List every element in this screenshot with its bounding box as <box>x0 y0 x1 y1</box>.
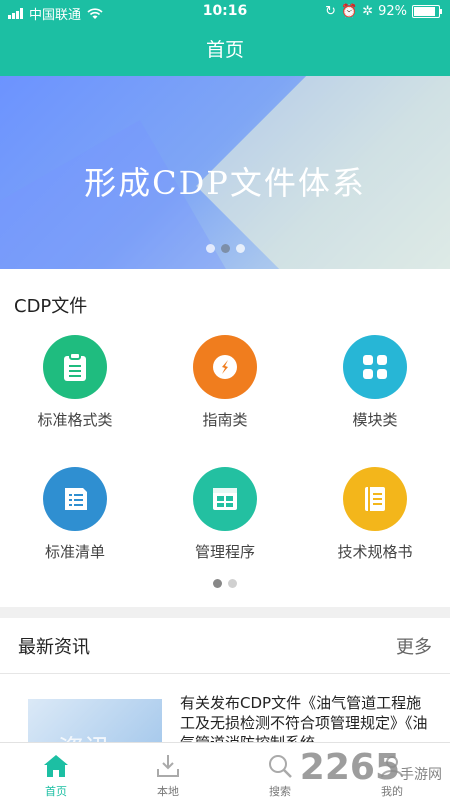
banner-indicator <box>0 244 450 253</box>
nav-bar: 首页 <box>0 24 450 76</box>
news-divider <box>0 673 450 674</box>
category-tech-spec[interactable]: 技术规格书 <box>300 467 450 562</box>
category-label: 技术规格书 <box>337 543 413 561</box>
watermark-suffix: 手游网 <box>400 767 442 783</box>
page-dot-active[interactable] <box>213 579 222 588</box>
home-icon <box>0 751 112 781</box>
clipboard-icon <box>43 335 107 399</box>
category-label: 标准清单 <box>44 543 105 561</box>
category-standard-format[interactable]: 标准格式类 <box>0 335 150 430</box>
category-page-indicator <box>0 579 450 588</box>
page-title: 首页 <box>205 39 244 61</box>
tab-local[interactable]: 本地 <box>112 743 224 801</box>
banner-title: 形成CDP文件体系 <box>84 164 366 202</box>
grid-icon <box>343 335 407 399</box>
banner-dot[interactable] <box>205 244 215 253</box>
bluetooth-icon: ✲ <box>362 4 374 19</box>
watermark-number: 2265 <box>299 747 400 788</box>
battery-icon <box>412 5 442 18</box>
section-title-news: 最新资讯 <box>18 637 90 658</box>
category-label: 指南类 <box>202 411 248 429</box>
category-label: 管理程序 <box>194 543 255 561</box>
book-icon <box>343 467 407 531</box>
list-icon <box>43 467 107 531</box>
tab-label: 本地 <box>157 785 179 798</box>
site-watermark: 2265手游网 <box>300 747 442 788</box>
download-icon <box>112 751 224 781</box>
status-bar: 中国联通 10:16 ↻ ⏰ ✲ 92% <box>0 0 450 24</box>
banner-carousel[interactable]: 形成CDP文件体系 <box>0 76 450 269</box>
more-link[interactable]: 更多 <box>396 633 432 659</box>
section-divider <box>0 607 450 618</box>
compass-icon <box>193 335 257 399</box>
battery-percent: 92% <box>378 4 407 19</box>
category-management-procedure[interactable]: 管理程序 <box>150 467 300 562</box>
section-title-cdp: CDP文件 <box>14 296 88 317</box>
category-guide[interactable]: 指南类 <box>150 335 300 430</box>
tab-label: 首页 <box>45 785 67 798</box>
category-standard-list[interactable]: 标准清单 <box>0 467 150 562</box>
page-dot[interactable] <box>228 579 237 588</box>
rotation-lock-icon: ↻ <box>325 4 336 19</box>
tab-home[interactable]: 首页 <box>0 743 112 801</box>
window-icon <box>193 467 257 531</box>
category-label: 模块类 <box>352 411 398 429</box>
banner-dot-active[interactable] <box>220 244 230 253</box>
category-label: 标准格式类 <box>37 411 113 429</box>
category-module[interactable]: 模块类 <box>300 335 450 430</box>
alarm-icon: ⏰ <box>341 4 358 19</box>
banner-dot[interactable] <box>235 244 245 253</box>
